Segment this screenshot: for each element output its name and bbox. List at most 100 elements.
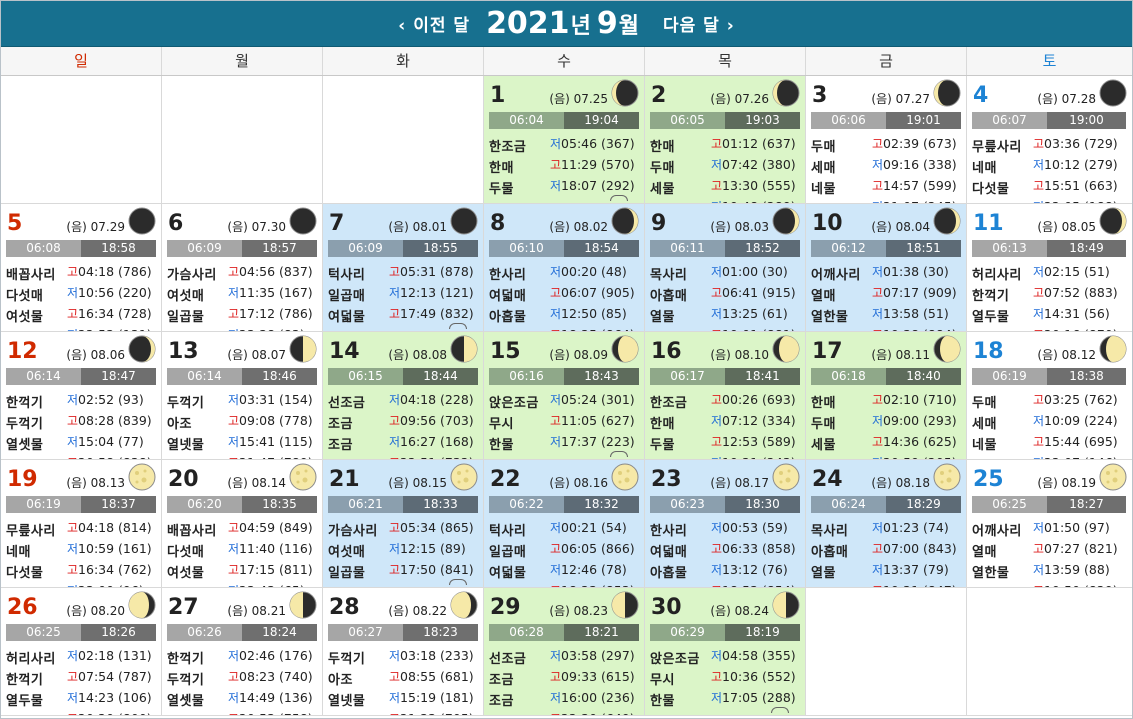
day-cell[interactable]: 26 (음) 08.20 06:25 18:26 허리사리 저02:18 (131) 한꺽기… (1, 588, 162, 715)
day-cell[interactable]: 23 (음) 08.17 06:23 18:30 한사리 저00:53 (59) 여덟매 고0… (645, 460, 806, 587)
day-cell[interactable]: 27 (음) 08.21 06:26 18:24 한꺽기 저02:46 (176) 두꺽기 고… (162, 588, 323, 715)
tide-value: 저00:53 (59) (711, 519, 788, 536)
tide-row: 고19:21 (847) (811, 581, 963, 587)
weekday-header: 일 월 화 수 목 금 토 (1, 47, 1132, 76)
day-cell[interactable]: 11 (음) 08.05 06:13 18:49 허리사리 저02:15 (51) 한꺽기 고… (967, 204, 1132, 331)
moon-phase-icon (933, 207, 961, 235)
day-cell[interactable]: 24 (음) 08.18 06:24 18:29 목사리 저01:23 (74) 아홉매 고0… (806, 460, 967, 587)
tide-row: 고18:53 (854) (650, 581, 802, 587)
low-tide-label: 저 (872, 521, 884, 535)
tide-name: 허리사리 (972, 268, 1022, 283)
tide-row: 무릎사리 고03:36 (729) (972, 134, 1124, 155)
high-tide-label: 고 (872, 286, 884, 300)
tide-table: 두꺽기 저03:31 (154) 아조 고09:08 (778) 열넷물 저15:41 (… (167, 390, 319, 459)
day-cell[interactable]: 3 (음) 07.27 06:06 19:01 두매 고02:39 (673) 세매 저09:… (806, 76, 967, 203)
sunrise-time: 06:24 (811, 496, 886, 513)
lunar-prefix: (음) (871, 220, 896, 234)
prev-month-button[interactable]: ‹ 이전 달 (398, 11, 470, 36)
day-cell[interactable]: 8 (음) 08.02 06:10 18:54 한사리 저00:20 (48) 여덟매 고06… (484, 204, 645, 331)
sun-times-bar: 06:28 18:21 (489, 624, 639, 641)
low-tide-label: 저 (67, 542, 79, 556)
tide-value: 저01:23 (74) (872, 519, 949, 536)
tide-row: 네물 고15:44 (695) (972, 432, 1124, 453)
sunrise-time: 06:11 (650, 240, 725, 257)
day-cell[interactable]: 20 (음) 08.14 06:20 18:35 배꼽사리 고04:59 (849) 다섯매… (162, 460, 323, 587)
day-cell[interactable]: 17 (음) 08.11 06:18 18:40 한매 고02:10 (710) 두매 저09… (806, 332, 967, 459)
day-cell[interactable]: 19 (음) 08.13 06:19 18:37 무릎사리 고04:18 (814) 네매 저… (1, 460, 162, 587)
tide-value: 고20:58 (838) (67, 454, 152, 459)
day-cell[interactable]: 22 (음) 08.16 06:22 18:32 턱사리 저00:21 (54) 일곱매 고0… (484, 460, 645, 587)
sunset-time: 18:32 (564, 496, 639, 513)
day-cell[interactable]: 4 (음) 07.28 06:07 19:00 무릎사리 고03:36 (729) 네매 저1… (967, 76, 1132, 203)
high-tide-label: 고 (711, 286, 723, 300)
day-cell[interactable]: 21 (음) 08.15 06:21 18:33 가슴사리 고05:34 (865) 여섯매… (323, 460, 484, 587)
tide-time: 03:25 (762) (1044, 392, 1118, 407)
day-cell[interactable]: 13 (음) 08.07 06:14 18:46 두꺽기 저03:31 (154) 아조 고0… (162, 332, 323, 459)
day-cell[interactable]: 29 (음) 08.23 06:28 18:21 선조금 저03:58 (297) 조금 고0… (484, 588, 645, 715)
tide-time: ----:-- (554, 198, 585, 203)
tide-time: 19:50 (829) (1044, 583, 1118, 587)
sunrise-time: 06:14 (6, 368, 81, 385)
lunar-date: (음) 08.09 (549, 346, 608, 363)
tide-name: 한물 (650, 694, 675, 709)
tide-time: 18:23 (853) (561, 583, 635, 587)
tide-value: 저13:37 (79) (872, 561, 949, 578)
high-tide-label: 고 (872, 137, 884, 151)
low-tide-label: 저 (711, 307, 723, 321)
tide-time: 17:49 (832) (400, 306, 474, 321)
tide-row: 아홉물 저13:12 (76) (650, 560, 802, 581)
tide-time: 01:38 (30) (883, 264, 949, 279)
tide-table: 배꼽사리 고04:59 (849) 다섯매 저11:40 (116) 여섯물 고17:15… (167, 518, 319, 587)
day-cell[interactable]: 6 (음) 07.30 06:09 18:57 가슴사리 고04:56 (837) 여섯매 저… (162, 204, 323, 331)
day-cell[interactable]: 14 (음) 08.08 06:15 18:44 선조금 저04:18 (228) 조금 고0… (323, 332, 484, 459)
day-cell[interactable]: 1 (음) 07.25 06:04 19:04 한조금 저05:46 (367) 한매 고11… (484, 76, 645, 203)
tide-row: 조금 저16:00 (236) (489, 688, 641, 709)
tide-value: 저12:13 (121) (389, 284, 474, 301)
high-tide-label: 고 (1033, 584, 1044, 587)
tide-row: 앉은조금 저04:58 (355) (650, 646, 802, 667)
tide-name: 한물 (489, 438, 514, 453)
high-tide-label: 고 (228, 712, 239, 715)
day-cell[interactable]: 9 (음) 08.03 06:11 18:52 목사리 저01:00 (30) 아홉매 고06… (645, 204, 806, 331)
day-cell[interactable]: 5 (음) 07.29 06:08 18:58 배꼽사리 고04:18 (786) 다섯매 저… (1, 204, 162, 331)
tide-value: 고09:33 (615) (550, 668, 635, 685)
day-cell[interactable]: 12 (음) 08.06 06:14 18:47 한꺽기 저02:52 (93) 두꺽기 고0… (1, 332, 162, 459)
tide-table: 가슴사리 고04:56 (837) 여섯매 저11:35 (167) 일곱물 고17:12… (167, 262, 319, 331)
lunar-value: 08.02 (573, 220, 608, 234)
low-tide-label: 저 (67, 584, 78, 587)
day-number: 28 (329, 595, 360, 620)
lunar-prefix: (음) (710, 604, 735, 618)
day-cell[interactable]: 28 (음) 08.22 06:27 18:23 두꺽기 저03:18 (233) 아조 고0… (323, 588, 484, 715)
tide-row: 한사리 저00:53 (59) (650, 518, 802, 539)
next-month-button[interactable]: 다음 달 › (663, 11, 735, 36)
tide-name: 아홉물 (650, 566, 688, 581)
sunset-time: 19:04 (564, 112, 639, 129)
tide-row: 저23:38 (83) (167, 325, 319, 331)
day-cell[interactable]: 7 (음) 08.01 06:09 18:55 턱사리 고05:31 (878) 일곱매 저1… (323, 204, 484, 331)
day-cell[interactable]: 10 (음) 08.04 06:12 18:51 어깨사리 저01:38 (30) 열매 고0… (806, 204, 967, 331)
day-cell[interactable]: 25 (음) 08.19 06:25 18:27 어깨사리 저01:50 (97) 열매 고0… (967, 460, 1132, 587)
tide-name: 한꺽기 (972, 289, 1010, 304)
day-cell[interactable]: 30 (음) 08.24 06:29 18:19 앉은조금 저04:58 (355) 무시 고… (645, 588, 806, 715)
tide-time: 07:17 (909) (883, 285, 957, 300)
tide-value: 저13:59 (88) (1033, 561, 1110, 578)
weekday-thu: 목 (645, 47, 806, 75)
tide-table: 선조금 저03:58 (297) 조금 고09:33 (615) 조금 저16:00 (2… (489, 646, 641, 715)
day-cell[interactable]: 16 (음) 08.10 06:17 18:41 한조금 고00:26 (693) 한매 저0… (645, 332, 806, 459)
day-number: 25 (973, 467, 1004, 492)
sunset-time: 18:44 (403, 368, 478, 385)
day-cell[interactable]: 2 (음) 07.26 06:05 19:03 한매 고01:12 (637) 두매 저07:… (645, 76, 806, 203)
lunar-date: (음) 08.18 (871, 474, 930, 491)
lunar-value: 08.19 (1061, 476, 1096, 490)
tide-time: 02:52 (93) (78, 392, 144, 407)
tide-row: 일곱매 저12:13 (121) (328, 283, 480, 304)
tide-name: 조금 (489, 673, 514, 688)
day-cell[interactable]: 15 (음) 08.09 06:16 18:43 앉은조금 저05:24 (301) 무시 고… (484, 332, 645, 459)
tide-name: 조금 (328, 438, 353, 453)
tide-value: ----:-- (389, 326, 424, 331)
sunset-time: 18:29 (886, 496, 961, 513)
lunar-value: 08.18 (895, 476, 930, 490)
lunar-prefix: (음) (1037, 220, 1062, 234)
lunar-prefix: (음) (66, 348, 91, 362)
day-cell[interactable]: 18 (음) 08.12 06:19 18:38 두매 고03:25 (762) 세매 저10… (967, 332, 1132, 459)
